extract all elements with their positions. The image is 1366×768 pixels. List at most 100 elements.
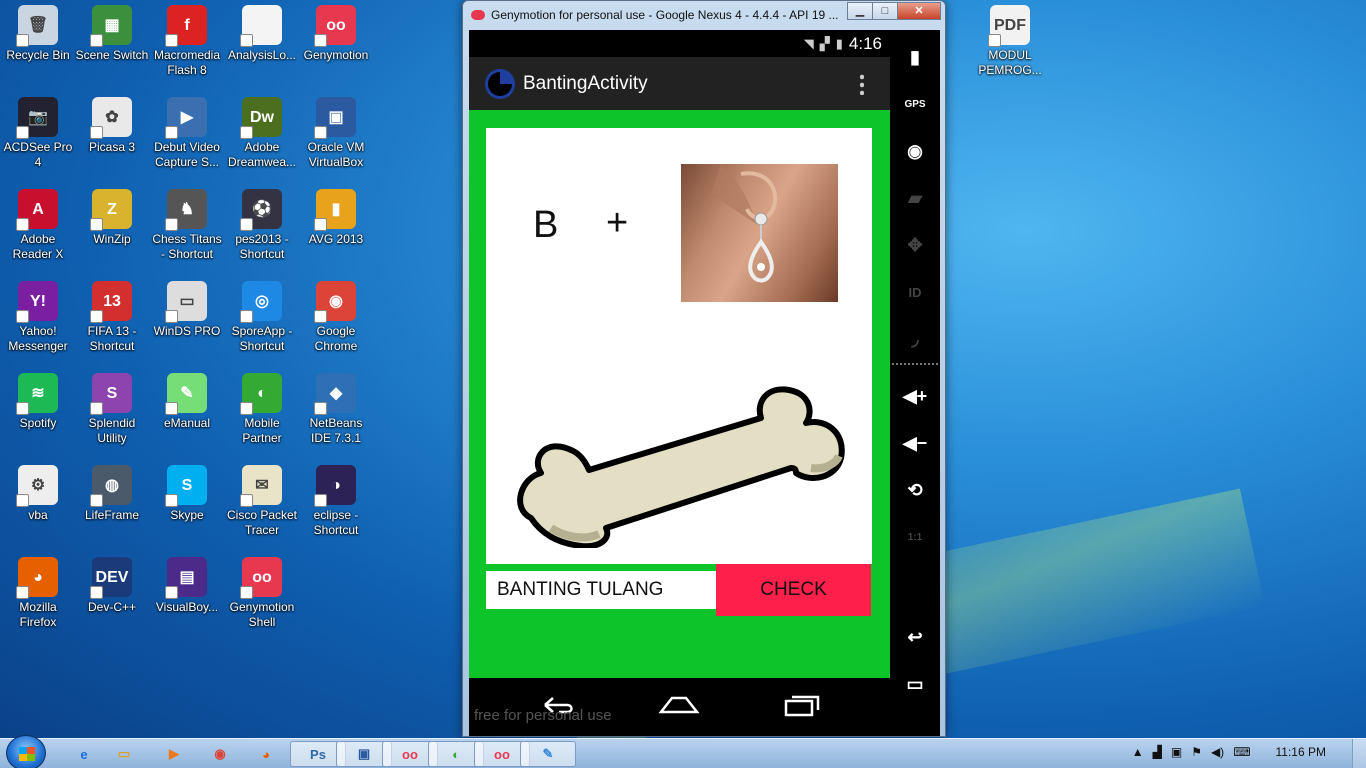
- desktop-icon-label: Cisco Packet Tracer: [226, 508, 298, 537]
- desktop-icon-label: MODUL PEMROG...: [978, 48, 1042, 77]
- desktop-icon[interactable]: ◕ Mozilla Firefox: [0, 557, 76, 630]
- desktop-icon-label: Google Chrome: [314, 324, 358, 353]
- desktop-icon[interactable]: 📷 ACDSee Pro 4: [0, 97, 76, 170]
- desktop-icon-label: WinDS PRO: [153, 324, 221, 338]
- taskbar-paint-icon[interactable]: ✎: [520, 741, 576, 767]
- id-icon[interactable]: ID: [895, 272, 935, 312]
- desktop-icon[interactable]: oo Genymotion Shell: [224, 557, 300, 630]
- desktop-icon-label: eclipse - Shortcut: [313, 508, 359, 537]
- desktop-icon[interactable]: ◆ NetBeans IDE 7.3.1: [298, 373, 374, 446]
- maximize-button[interactable]: □: [872, 2, 898, 20]
- desktop-icon-label: SporeApp - Shortcut: [231, 324, 293, 353]
- desktop-icon-label: Dev-C++: [87, 600, 137, 614]
- desktop-icon[interactable]: A Adobe Reader X: [0, 189, 76, 262]
- app-content: B + BANTING TULANG CHECK: [469, 110, 890, 678]
- minimize-button[interactable]: ▁: [847, 2, 873, 20]
- devcpp-icon: DEV: [90, 557, 132, 599]
- app-title: BantingActivity: [523, 72, 648, 94]
- taskbar-clock[interactable]: 11:16 PM: [1276, 745, 1326, 759]
- desktop-icon[interactable]: ⚙ vba: [0, 465, 76, 523]
- tray-action-center-icon[interactable]: ⚑: [1191, 745, 1202, 759]
- desktop-icon[interactable]: S Skype: [149, 465, 225, 523]
- desktop-icon-label: Mobile Partner: [242, 416, 282, 445]
- battery-widget-icon[interactable]: ▮: [895, 37, 935, 77]
- desktop-icon-label: ACDSee Pro 4: [3, 140, 73, 169]
- desktop-icon[interactable]: ≋ Spotify: [0, 373, 76, 431]
- desktop-icon[interactable]: ◎ SporeApp - Shortcut: [224, 281, 300, 354]
- capture-icon[interactable]: ▰: [895, 178, 935, 218]
- close-button[interactable]: ✕: [897, 2, 941, 20]
- desktop-icon[interactable]: oo Genymotion: [298, 5, 374, 63]
- desktop-icon[interactable]: ◍ LifeFrame: [74, 465, 150, 523]
- desktop-icon[interactable]: 13 FIFA 13 - Shortcut: [74, 281, 150, 354]
- lifeframe-icon: ◍: [90, 465, 132, 507]
- action-bar: BantingActivity: [469, 57, 890, 110]
- puzzle-operator: +: [606, 202, 629, 244]
- pixel-ratio-icon[interactable]: 1:1: [895, 517, 935, 557]
- desktop-icon[interactable]: ▶ Debut Video Capture S...: [149, 97, 225, 170]
- desktop-icon-label: AnalysisLo...: [227, 48, 297, 62]
- taskbar-firefox-icon[interactable]: ◕: [238, 741, 294, 767]
- pdf-file-icon: PDF: [988, 5, 1030, 47]
- window-controls: ▁ □ ✕: [847, 2, 941, 20]
- earring-image: [681, 164, 838, 302]
- recent-side-icon[interactable]: ▭: [895, 664, 935, 704]
- desktop-icon-label: eManual: [163, 416, 211, 430]
- avg-icon: ▮: [314, 189, 356, 231]
- desktop-icon[interactable]: ✎ eManual: [149, 373, 225, 431]
- volume-up-icon[interactable]: ◀+: [895, 376, 935, 416]
- packet-tracer-icon: ✉: [240, 465, 282, 507]
- home-icon[interactable]: [658, 692, 700, 716]
- virtualbox-icon: ▣: [314, 97, 356, 139]
- desktop-icon-label: AVG 2013: [308, 232, 364, 246]
- desktop-icon[interactable]: DEV Dev-C++: [74, 557, 150, 615]
- webcam-icon[interactable]: ◉: [895, 131, 935, 171]
- desktop-icon[interactable]: ♞ Chess Titans - Shortcut: [149, 189, 225, 262]
- back-side-icon[interactable]: ↩: [895, 617, 935, 657]
- debut-icon: ▶: [165, 97, 207, 139]
- tray-keyboard-icon[interactable]: ⌨: [1233, 745, 1250, 759]
- tray-signal-icon[interactable]: ▟: [1153, 745, 1162, 759]
- show-desktop-button[interactable]: [1352, 739, 1366, 768]
- start-button[interactable]: [6, 735, 46, 768]
- answer-input[interactable]: [486, 571, 716, 609]
- puzzle-letter: B: [533, 204, 559, 246]
- tray-device-icon[interactable]: ▣: [1171, 745, 1182, 759]
- desktop-icon[interactable]: ▣ Oracle VM VirtualBox: [298, 97, 374, 170]
- fifa-icon: 13: [90, 281, 132, 323]
- genymotion-icon: oo: [314, 5, 356, 47]
- desktop-icon[interactable]: f Macromedia Flash 8: [149, 5, 225, 78]
- desktop-icon[interactable]: 🗑 Recycle Bin: [0, 5, 76, 63]
- app-logo-icon[interactable]: [485, 68, 515, 99]
- tray-expand-icon[interactable]: ▲: [1132, 745, 1144, 759]
- volume-down-icon[interactable]: ◀−: [895, 423, 935, 463]
- window-titlebar[interactable]: Genymotion for personal use - Google Nex…: [463, 1, 945, 29]
- desktop-icon[interactable]: Y! Yahoo! Messenger: [0, 281, 76, 354]
- rotate-icon[interactable]: ⟲: [895, 470, 935, 510]
- genymotion-window: Genymotion for personal use - Google Nex…: [462, 0, 946, 737]
- recent-apps-icon[interactable]: [782, 692, 822, 718]
- dpad-icon[interactable]: ✥: [895, 225, 935, 265]
- desktop-icon[interactable]: ◑ eclipse - Shortcut: [298, 465, 374, 538]
- desktop-icon[interactable]: Z WinZip: [74, 189, 150, 247]
- desktop-icon[interactable]: ◐ Mobile Partner: [224, 373, 300, 446]
- desktop-icon-label: Adobe Dreamwea...: [227, 140, 297, 169]
- desktop-icon[interactable]: ▤ VisualBoy...: [149, 557, 225, 615]
- desktop-icon[interactable]: ✿ Picasa 3: [74, 97, 150, 155]
- gps-icon[interactable]: GPS: [895, 84, 935, 124]
- desktop-icon[interactable]: Dw Adobe Dreamwea...: [224, 97, 300, 170]
- taskbar-file-explorer-icon[interactable]: ▭: [96, 741, 152, 767]
- desktop-icon[interactable]: ▮ AVG 2013: [298, 189, 374, 247]
- desktop-icon[interactable]: ◉ Google Chrome: [298, 281, 374, 354]
- desktop-icon[interactable]: ▦ Scene Switch: [74, 5, 150, 63]
- desktop-icon[interactable]: ⚽ pes2013 - Shortcut: [224, 189, 300, 262]
- desktop-icon[interactable]: ✉ Cisco Packet Tracer: [224, 465, 300, 538]
- overflow-menu-icon[interactable]: [860, 73, 864, 95]
- desktop-icon[interactable]: AnalysisLo...: [224, 5, 300, 63]
- check-button[interactable]: CHECK: [716, 564, 871, 616]
- network-icon[interactable]: ◞: [895, 319, 935, 359]
- desktop-icon[interactable]: S Splendid Utility: [74, 373, 150, 446]
- desktop-icon[interactable]: ▭ WinDS PRO: [149, 281, 225, 339]
- desktop-icon[interactable]: PDF MODUL PEMROG...: [972, 5, 1048, 78]
- tray-volume-icon[interactable]: ◀): [1211, 745, 1224, 759]
